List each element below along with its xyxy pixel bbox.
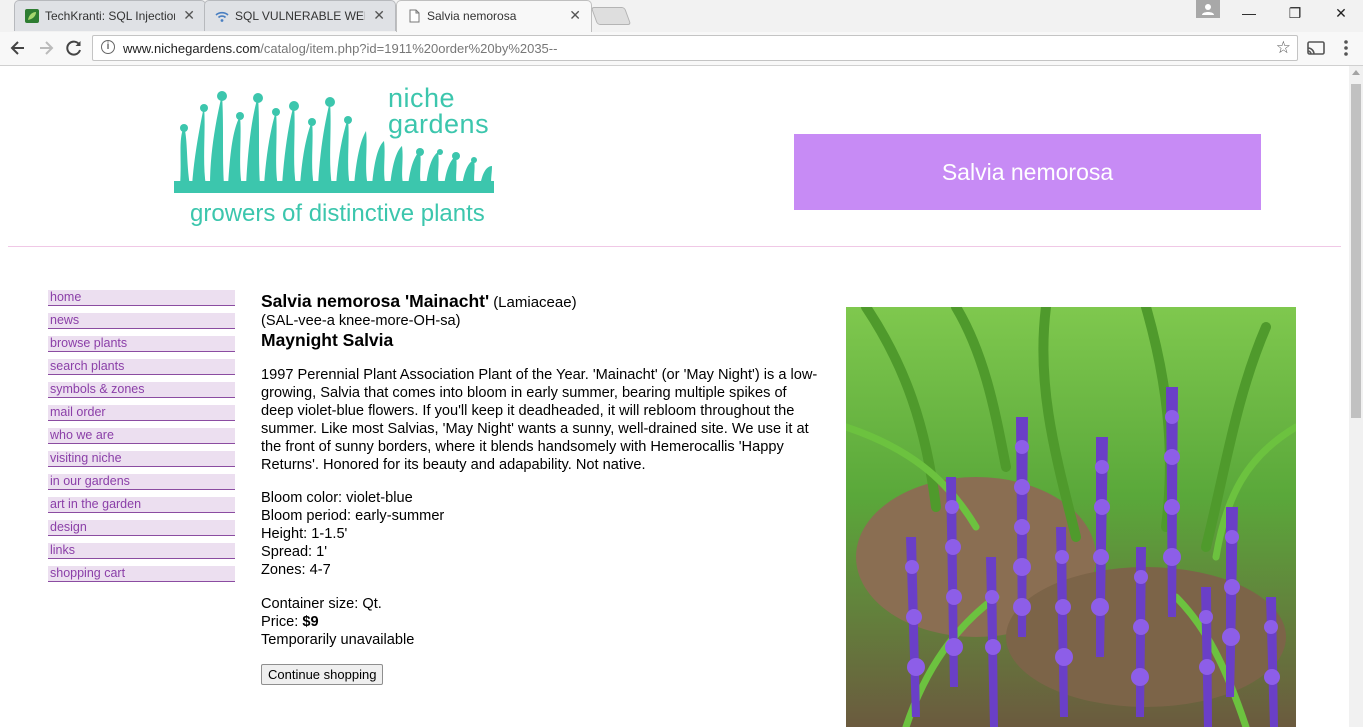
tab-close-icon[interactable]: ✕ [183, 6, 195, 24]
url-text: www.nichegardens.com/catalog/item.php?id… [123, 41, 558, 56]
profile-avatar-icon[interactable] [1196, 0, 1220, 18]
sidebar-item-mail-order[interactable]: mail order [48, 405, 235, 421]
page-scrollbar[interactable] [1349, 66, 1363, 727]
plant-family: (Lamiaceae) [493, 294, 577, 311]
sidebar-item-links[interactable]: links [48, 543, 235, 559]
plant-zones: Zones: 4-7 [261, 562, 331, 578]
page-content: niche gardens growers of distinctive pla… [0, 66, 1349, 727]
price-label: Price: [261, 614, 303, 630]
tab-title: TechKranti: SQL Injection [45, 9, 175, 23]
sidebar-item-news[interactable]: news [48, 313, 235, 329]
bloom-color: Bloom color: violet-blue [261, 490, 413, 506]
close-window-button[interactable]: ✕ [1318, 0, 1363, 28]
sidebar-item-in-our-gardens[interactable]: in our gardens [48, 474, 235, 490]
sidebar-item-art-in-the-garden[interactable]: art in the garden [48, 497, 235, 513]
sidebar-item-search-plants[interactable]: search plants [48, 359, 235, 375]
info-icon[interactable]: i [101, 40, 115, 54]
scrollbar-thumb[interactable] [1351, 84, 1361, 418]
new-tab-button[interactable] [590, 7, 632, 25]
plant-spread: Spread: 1' [261, 544, 328, 560]
plant-pronunciation: (SAL-vee-a knee-more-OH-sa) [261, 313, 461, 329]
sidebar-item-browse-plants[interactable]: browse plants [48, 336, 235, 352]
tab-title: SQL VULNERABLE WEBSI [235, 9, 365, 23]
sidebar-item-design[interactable]: design [48, 520, 235, 536]
tab-title: Salvia nemorosa [427, 9, 517, 23]
sidebar-item-home[interactable]: home [48, 290, 235, 306]
salvia-photo [846, 307, 1296, 727]
bookmark-star-icon[interactable]: ☆ [1276, 38, 1291, 58]
continue-shopping-button[interactable]: Continue shopping [261, 664, 384, 685]
header-divider [8, 246, 1341, 247]
logo-text-gardens: gardens [388, 109, 490, 139]
logo-text-niche: niche [388, 83, 456, 113]
sidebar-item-shopping-cart[interactable]: shopping cart [48, 566, 235, 582]
forward-arrow-icon[interactable] [34, 36, 58, 60]
tab-close-icon[interactable]: ✕ [569, 6, 581, 24]
plant-common-name: Maynight Salvia [261, 330, 394, 350]
cast-icon[interactable] [1304, 36, 1328, 60]
price-value: $9 [302, 614, 319, 630]
page-favicon-icon [407, 9, 421, 23]
reload-icon[interactable] [62, 36, 86, 60]
back-arrow-icon[interactable] [6, 36, 30, 60]
plant-description: 1997 Perennial Plant Association Plant o… [261, 367, 818, 473]
tab-sql-vulnerable[interactable]: SQL VULNERABLE WEBSI ✕ [204, 0, 396, 31]
logo-tagline: growers of distinctive plants [190, 200, 485, 227]
plant-scientific-name: Salvia nemorosa 'Mainacht' [261, 291, 490, 311]
maximize-button[interactable]: ❐ [1272, 0, 1318, 28]
minimize-button[interactable]: — [1226, 0, 1272, 28]
scroll-up-arrow-icon[interactable] [1352, 70, 1360, 75]
address-bar[interactable]: i www.nichegardens.com/catalog/item.php?… [92, 35, 1298, 61]
plant-height: Height: 1-1.5' [261, 526, 348, 542]
availability-status: Temporarily unavailable [261, 632, 415, 648]
sidebar-item-who-we-are[interactable]: who we are [48, 428, 235, 444]
container-size: Container size: Qt. [261, 596, 382, 612]
leaf-favicon-icon [25, 9, 39, 23]
sidebar-nav: home news browse plants search plants sy… [48, 290, 235, 589]
tab-close-icon[interactable]: ✕ [373, 6, 385, 24]
browser-toolbar: i www.nichegardens.com/catalog/item.php?… [0, 32, 1363, 66]
price: Price: $9 [261, 613, 821, 631]
menu-kebab-icon[interactable] [1334, 36, 1358, 60]
page-title-banner: Salvia nemorosa [794, 134, 1261, 210]
tab-techkranti[interactable]: TechKranti: SQL Injection ✕ [14, 0, 206, 31]
sidebar-item-symbols-zones[interactable]: symbols & zones [48, 382, 235, 398]
tab-salvia[interactable]: Salvia nemorosa ✕ [396, 0, 592, 32]
wifi-favicon-icon [215, 9, 229, 23]
tab-strip: TechKranti: SQL Injection ✕ SQL VULNERAB… [0, 0, 1363, 32]
plant-details: Salvia nemorosa 'Mainacht' (Lamiaceae) (… [261, 292, 821, 685]
sidebar-item-visiting-niche[interactable]: visiting niche [48, 451, 235, 467]
bloom-period: Bloom period: early-summer [261, 508, 445, 524]
